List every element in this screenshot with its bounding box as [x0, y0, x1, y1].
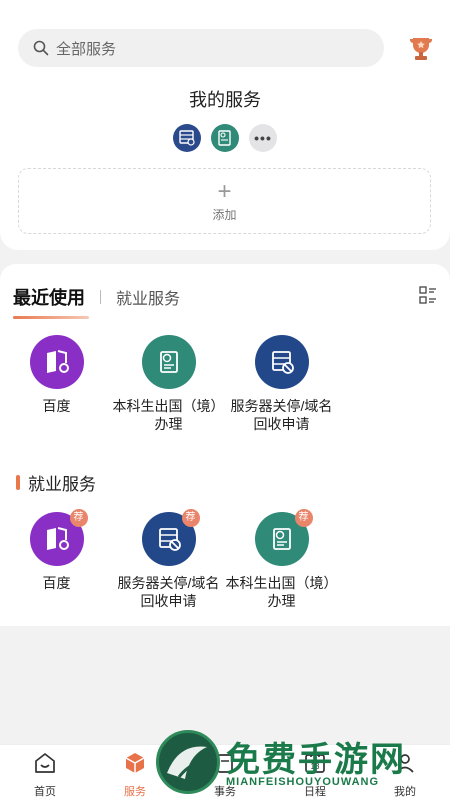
- nav-label: 服务: [124, 786, 146, 798]
- nav-services[interactable]: 服务: [110, 751, 160, 799]
- app-study-abroad[interactable]: 荐 本科生出国（境）办理: [225, 509, 338, 610]
- passport-form-icon: [141, 335, 196, 389]
- favorite-services-row: •••: [173, 124, 277, 152]
- app-label: 百度: [42, 398, 71, 414]
- tab-employment[interactable]: 就业服务: [116, 285, 180, 309]
- nav-label: 首页: [34, 786, 56, 798]
- cube-icon: [125, 753, 145, 773]
- app-label: 百度: [42, 575, 71, 591]
- list-view-icon[interactable]: [419, 286, 437, 304]
- recommend-badge: 荐: [294, 509, 313, 527]
- more-services-button[interactable]: •••: [249, 124, 277, 152]
- fav-passport-form-icon[interactable]: [211, 124, 239, 152]
- services-panel: 最近使用 就业服务 百度 本科生出国（境）办理 服务器关停/域名回收申请 就业服…: [0, 264, 450, 626]
- home-icon: [35, 753, 55, 773]
- book-gear-icon: [29, 335, 84, 389]
- server-stop-icon: 荐: [141, 509, 200, 566]
- nav-home[interactable]: 首页: [20, 751, 70, 799]
- app-label: 本科生出国（境）办理: [112, 398, 225, 432]
- tab-recent[interactable]: 最近使用: [13, 284, 85, 310]
- app-label: 服务器关停/域名回收申请: [230, 398, 333, 432]
- trophy-icon[interactable]: [409, 35, 433, 61]
- app-label: 本科生出国（境）办理: [225, 575, 338, 609]
- my-services-title: 我的服务: [189, 90, 261, 110]
- watermark-title: 免费手游网: [226, 741, 406, 779]
- app-server-shutdown[interactable]: 服务器关停/域名回收申请: [225, 335, 338, 433]
- watermark-logo-icon: [156, 730, 220, 794]
- fav-server-stop-icon[interactable]: [173, 124, 201, 152]
- service-tabs: 最近使用 就业服务: [13, 284, 180, 310]
- add-label: 添加: [212, 208, 237, 222]
- search-placeholder: 全部服务: [56, 40, 117, 58]
- search-icon: [33, 40, 49, 56]
- watermark: 免费手游网 MIANFEISHOUYOUWANG: [156, 730, 450, 800]
- watermark-subtitle: MIANFEISHOUYOUWANG: [226, 776, 380, 788]
- app-server-shutdown[interactable]: 荐 服务器关停/域名回收申请: [112, 509, 225, 610]
- employment-section-header: 就业服务: [16, 470, 96, 495]
- book-gear-icon: 荐: [29, 509, 88, 566]
- tab-divider: [100, 290, 101, 304]
- recommend-badge: 荐: [181, 509, 200, 527]
- app-label: 服务器关停/域名回收申请: [117, 575, 220, 609]
- search-bar[interactable]: 全部服务: [18, 29, 384, 67]
- app-baidu[interactable]: 荐 百度: [0, 509, 113, 592]
- app-study-abroad[interactable]: 本科生出国（境）办理: [112, 335, 225, 433]
- recommend-badge: 荐: [69, 509, 88, 527]
- plus-icon: +: [217, 178, 232, 205]
- app-baidu[interactable]: 百度: [0, 335, 113, 415]
- server-stop-icon: [254, 335, 309, 389]
- passport-form-icon: 荐: [254, 509, 313, 566]
- section-title: 就业服务: [28, 475, 96, 494]
- section-accent-bar: [16, 475, 20, 490]
- my-services-card: 全部服务 我的服务 ••• + 添加: [0, 0, 450, 250]
- add-service-button[interactable]: + 添加: [18, 168, 431, 234]
- active-tab-indicator: [13, 316, 89, 319]
